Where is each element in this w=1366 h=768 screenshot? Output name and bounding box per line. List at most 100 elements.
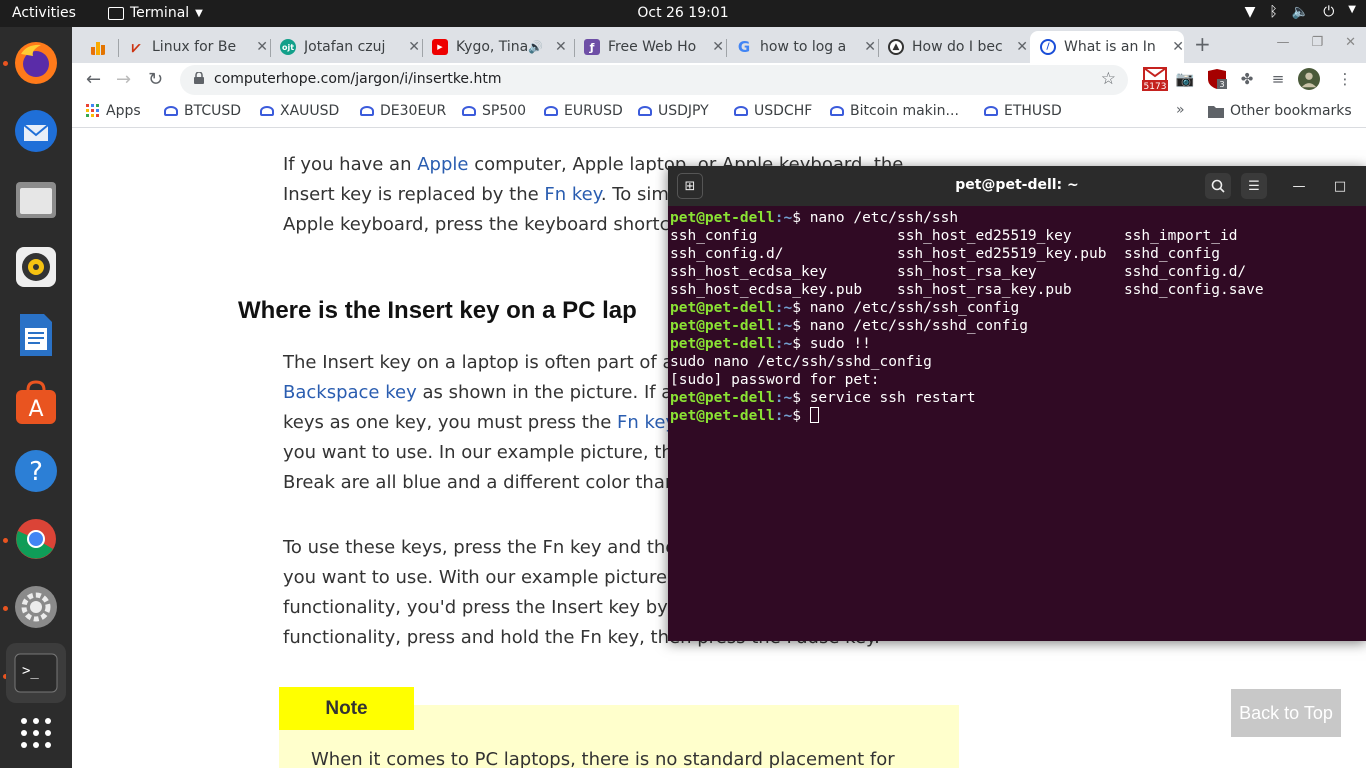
terminal-dock-icon[interactable]: >_ xyxy=(6,643,66,703)
terminal-line: pet@pet-dell:~$ nano /etc/ssh/ssh_config xyxy=(670,299,1264,317)
new-tab-button[interactable]: + xyxy=(1194,32,1211,56)
apps-grid-icon xyxy=(86,104,99,117)
window-controls: — ❐ ✕ xyxy=(1276,35,1356,50)
bookmark-label: Bitcoin makin... xyxy=(850,103,959,119)
text-cursor xyxy=(809,407,819,423)
gnome-top-bar: Activities Terminal ▼ Oct 26 19:01 ▼ ᛒ 🔈… xyxy=(0,0,1366,27)
terminal-output[interactable]: pet@pet-dell:~$ nano /etc/ssh/ssh ssh_con… xyxy=(670,209,1264,425)
terminal-text: sudo nano /etc/ssh/sshd_config xyxy=(670,354,932,370)
bookmark-xauusd[interactable]: XAUUSD xyxy=(260,103,339,119)
chrome-icon[interactable] xyxy=(10,513,62,565)
tab-favicon-icon: ▲ xyxy=(888,39,904,55)
svg-text:>_: >_ xyxy=(22,663,39,679)
hamburger-menu-icon[interactable]: ☰ xyxy=(1241,173,1267,199)
activities-button[interactable]: Activities xyxy=(12,5,76,21)
browser-toolbar: ← → ↻ computerhope.com/jargon/i/insertke… xyxy=(72,63,1366,96)
show-apps-icon[interactable] xyxy=(10,707,62,759)
bookmark-label: XAUUSD xyxy=(280,103,340,119)
files-icon[interactable] xyxy=(10,173,62,225)
terminal-text: [sudo] password for pet: xyxy=(670,372,880,388)
terminal-line: pet@pet-dell:~$ service ssh restart xyxy=(670,389,1264,407)
close-tab-icon[interactable]: ✕ xyxy=(256,39,268,55)
libreoffice-writer-icon[interactable] xyxy=(10,309,62,361)
tab-1[interactable]: ojt Jotafan czuj ✕ xyxy=(270,31,420,63)
audio-playing-icon[interactable]: 🔊 xyxy=(528,40,543,54)
profile-avatar[interactable] xyxy=(1298,68,1320,90)
bookmarks-overflow-icon[interactable]: » xyxy=(1176,102,1185,118)
tab-title: What is an In xyxy=(1064,39,1156,55)
bookmark-favicon-icon xyxy=(462,106,476,116)
bookmark-label: Apps xyxy=(106,103,141,119)
shield-extension-icon[interactable]: 3 xyxy=(1206,68,1228,90)
terminal-text: $ service ssh restart xyxy=(792,390,976,406)
thunderbird-icon[interactable] xyxy=(10,105,62,157)
extensions-puzzle-icon[interactable]: ✤ xyxy=(1236,68,1258,90)
media-queue-icon[interactable]: ≡ xyxy=(1267,68,1289,90)
terminal-line: sudo nano /etc/ssh/sshd_config xyxy=(670,353,1264,371)
system-tray[interactable]: ▼ ᛒ 🔈 ⏻ ▼ xyxy=(1245,4,1356,20)
search-icon[interactable] xyxy=(1205,173,1231,199)
rhythmbox-icon[interactable] xyxy=(10,241,62,293)
bookmark-favicon-icon xyxy=(360,106,374,116)
bookmark-label: USDCHF xyxy=(754,103,813,119)
running-indicator xyxy=(3,606,8,611)
terminal-window[interactable]: ⊞ pet@pet-dell: ~ ☰ — □ pet@pet-dell:~$ … xyxy=(668,166,1366,641)
bookmark-eurusd[interactable]: EURUSD xyxy=(544,103,623,119)
camera-extension-icon[interactable]: 📷 xyxy=(1174,68,1196,90)
close-tab-icon[interactable]: ✕ xyxy=(1172,39,1184,55)
terminal-headerbar[interactable]: ⊞ pet@pet-dell: ~ ☰ — □ xyxy=(668,166,1366,206)
backspace-key-link[interactable]: Backspace key xyxy=(283,382,417,403)
bookmark-usdjpy[interactable]: USDJPY xyxy=(638,103,709,119)
address-bar[interactable]: computerhope.com/jargon/i/insertke.htm ☆ xyxy=(180,65,1128,95)
tab-4[interactable]: G how to log a ✕ xyxy=(726,31,876,63)
terminal-text: $ nano /etc/ssh/sshd_config xyxy=(792,318,1028,334)
tab-0[interactable]: ⩗ Linux for Be ✕ xyxy=(118,31,268,63)
close-icon[interactable]: ✕ xyxy=(1345,35,1356,50)
close-tab-icon[interactable]: ✕ xyxy=(712,39,724,55)
minimize-icon[interactable]: — xyxy=(1286,173,1312,199)
bookmark-usdchf[interactable]: USDCHF xyxy=(734,103,812,119)
fn-key-link[interactable]: Fn key xyxy=(544,184,600,205)
minimize-icon[interactable]: — xyxy=(1276,35,1289,50)
tab-title: Linux for Be xyxy=(152,39,237,55)
settings-icon[interactable] xyxy=(10,581,62,633)
chrome-menu-icon[interactable]: ⋮ xyxy=(1334,68,1356,90)
firefox-icon[interactable] xyxy=(10,37,62,89)
app-menu-terminal[interactable]: Terminal ▼ xyxy=(108,5,203,21)
back-to-top-button[interactable]: Back to Top xyxy=(1231,689,1341,737)
forward-icon[interactable]: → xyxy=(116,69,131,90)
tab-5[interactable]: ▲ How do I bec ✕ xyxy=(878,31,1028,63)
bookmark-favicon-icon xyxy=(830,106,844,116)
close-tab-icon[interactable]: ✕ xyxy=(408,39,420,55)
bookmark-de30eur[interactable]: DE30EUR xyxy=(360,103,446,119)
tab-favicon-icon: ⩗ xyxy=(131,38,141,56)
bookmark-bitcoin[interactable]: Bitcoin makin... xyxy=(830,103,959,119)
tab-2[interactable]: ▶ Kygo, Tina 🔊 ✕ xyxy=(422,31,572,63)
apple-link[interactable]: Apple xyxy=(417,154,468,175)
close-tab-icon[interactable]: ✕ xyxy=(1016,39,1028,55)
bookmark-apps[interactable]: Apps xyxy=(86,103,141,119)
terminal-text: $ xyxy=(792,408,810,424)
clock[interactable]: Oct 26 19:01 xyxy=(0,5,1366,21)
maximize-icon[interactable]: ❐ xyxy=(1311,35,1323,50)
maximize-icon[interactable]: □ xyxy=(1327,173,1353,199)
tab-analytics[interactable] xyxy=(80,31,114,63)
reload-icon[interactable]: ↻ xyxy=(148,69,163,90)
other-bookmarks[interactable]: Other bookmarks xyxy=(1208,103,1352,119)
tab-3[interactable]: ƒ Free Web Ho ✕ xyxy=(574,31,724,63)
close-tab-icon[interactable]: ✕ xyxy=(864,39,876,55)
software-center-icon[interactable]: A xyxy=(10,377,62,429)
bookmark-ethusd[interactable]: ETHUSD xyxy=(984,103,1062,119)
close-tab-icon[interactable]: ✕ xyxy=(555,39,567,55)
gmail-extension-icon[interactable]: 5173 xyxy=(1140,67,1170,92)
bookmark-label: BTCUSD xyxy=(184,103,242,119)
bookmark-sp500[interactable]: SP500 xyxy=(462,103,526,119)
tab-active[interactable]: / What is an In ✕ xyxy=(1030,31,1184,63)
back-icon[interactable]: ← xyxy=(86,69,101,90)
bookmarks-bar: Apps BTCUSD XAUUSD DE30EUR SP500 EURUSD … xyxy=(72,96,1366,128)
terminal-text: ssh_host_ecdsa_key.pub ssh_host_rsa_key.… xyxy=(670,282,1264,298)
bookmark-btcusd[interactable]: BTCUSD xyxy=(164,103,241,119)
help-icon[interactable]: ? xyxy=(10,445,62,497)
bookmark-star-icon[interactable]: ☆ xyxy=(1101,69,1116,89)
terminal-text: ssh_config.d/ ssh_host_ed25519_key.pub s… xyxy=(670,246,1220,262)
